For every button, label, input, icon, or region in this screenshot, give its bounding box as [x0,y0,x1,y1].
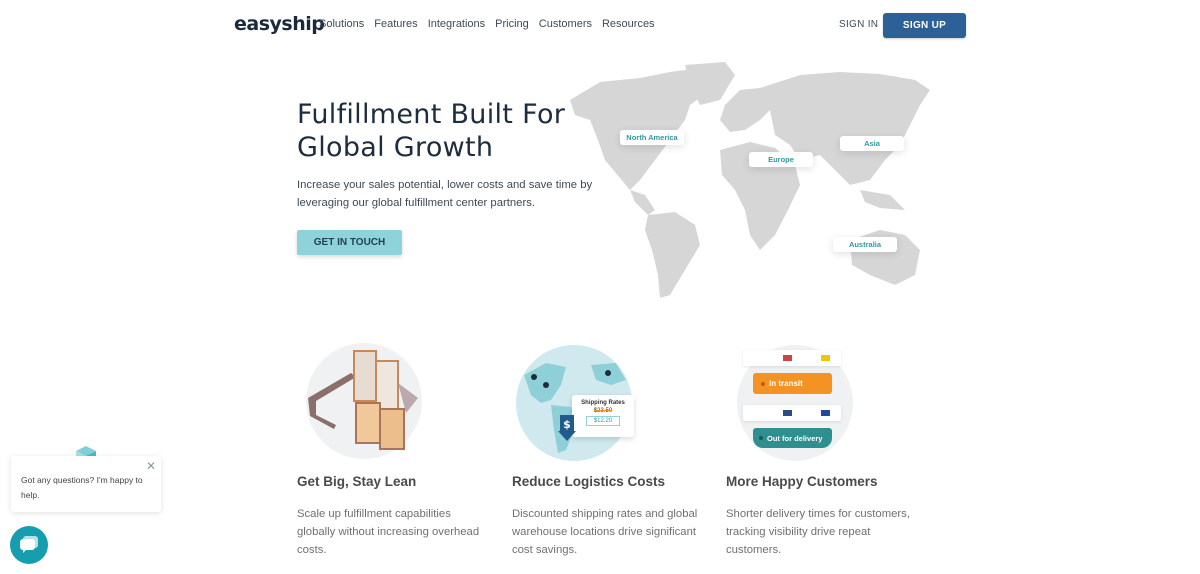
menu-solutions[interactable]: Solutions [319,18,364,30]
chat-bubble-icon [20,536,38,553]
feature-title-2: Reduce Logistics Costs [512,474,666,489]
status-out-for-delivery-label: Out for delivery [767,433,823,443]
menu-features[interactable]: Features [374,18,417,30]
warehouse-illustration [306,343,422,459]
status-dot-icon [761,381,765,386]
map-label-europe: Europe [749,152,813,167]
feature-title-1: Get Big, Stay Lean [297,474,417,489]
warehouse-icon [308,350,418,450]
shipment-row-1 [743,350,841,366]
sign-up-button[interactable]: SIGN UP [883,13,966,38]
status-out-for-delivery: Out for delivery [753,428,832,448]
shipping-rates-title: Shipping Rates [581,400,625,406]
map-label-australia: Australia [833,237,897,252]
chat-message: Got any questions? I'm happy to help. [21,475,143,500]
hero-title: Fulfillment Built For Global Growth [297,98,565,164]
shipping-rates-card: Shipping Rates $23.50 $12.20 [572,395,634,437]
price-down-icon: $ [558,415,576,441]
status-in-transit-label: In transit [769,379,803,388]
hero-title-line2: Global Growth [297,132,494,163]
flag-us-icon [783,355,792,361]
menu-customers[interactable]: Customers [539,18,592,30]
feature-desc-2: Discounted shipping rates and global war… [512,508,698,556]
close-icon[interactable]: ✕ [146,459,156,473]
sign-in-link[interactable]: SIGN IN [839,19,878,30]
main-menu: Solutions Features Integrations Pricing … [319,18,665,30]
shipment-row-2 [743,405,841,421]
chat-popup: ✕ Got any questions? I'm happy to help. [11,456,161,512]
new-price: $12.20 [586,416,620,426]
old-price: $23.50 [593,408,613,414]
menu-integrations[interactable]: Integrations [428,18,485,30]
status-in-transit: In transit [753,373,832,394]
chat-launcher-button[interactable] [10,526,48,564]
feature-title-3: More Happy Customers [726,474,878,489]
tracking-illustration: In transit Out for delivery [737,345,853,461]
svg-text:$: $ [563,418,571,431]
menu-pricing[interactable]: Pricing [495,18,529,30]
world-map: North America Europe Asia Australia [560,60,940,300]
courier-icon-2 [821,410,830,416]
logo[interactable]: easyship [234,13,325,35]
hero-title-line1: Fulfillment Built For [297,99,566,130]
get-in-touch-button[interactable]: GET IN TOUCH [297,230,402,255]
globe-shipping-illustration: Shipping Rates $23.50 $12.20 $ [516,345,634,461]
flag-au-icon [783,410,792,416]
menu-resources[interactable]: Resources [602,18,655,30]
feature-desc-1: Scale up fulfillment capabilities global… [297,508,480,556]
status-dot-icon [759,436,763,440]
courier-icon [821,355,830,361]
world-map-icon [570,62,930,298]
feature-desc-3: Shorter delivery times for customers, tr… [726,508,910,556]
map-label-north-america: North America [620,130,684,145]
top-nav: easyship Solutions Features Integrations… [0,0,1200,50]
map-label-asia: Asia [840,136,904,151]
